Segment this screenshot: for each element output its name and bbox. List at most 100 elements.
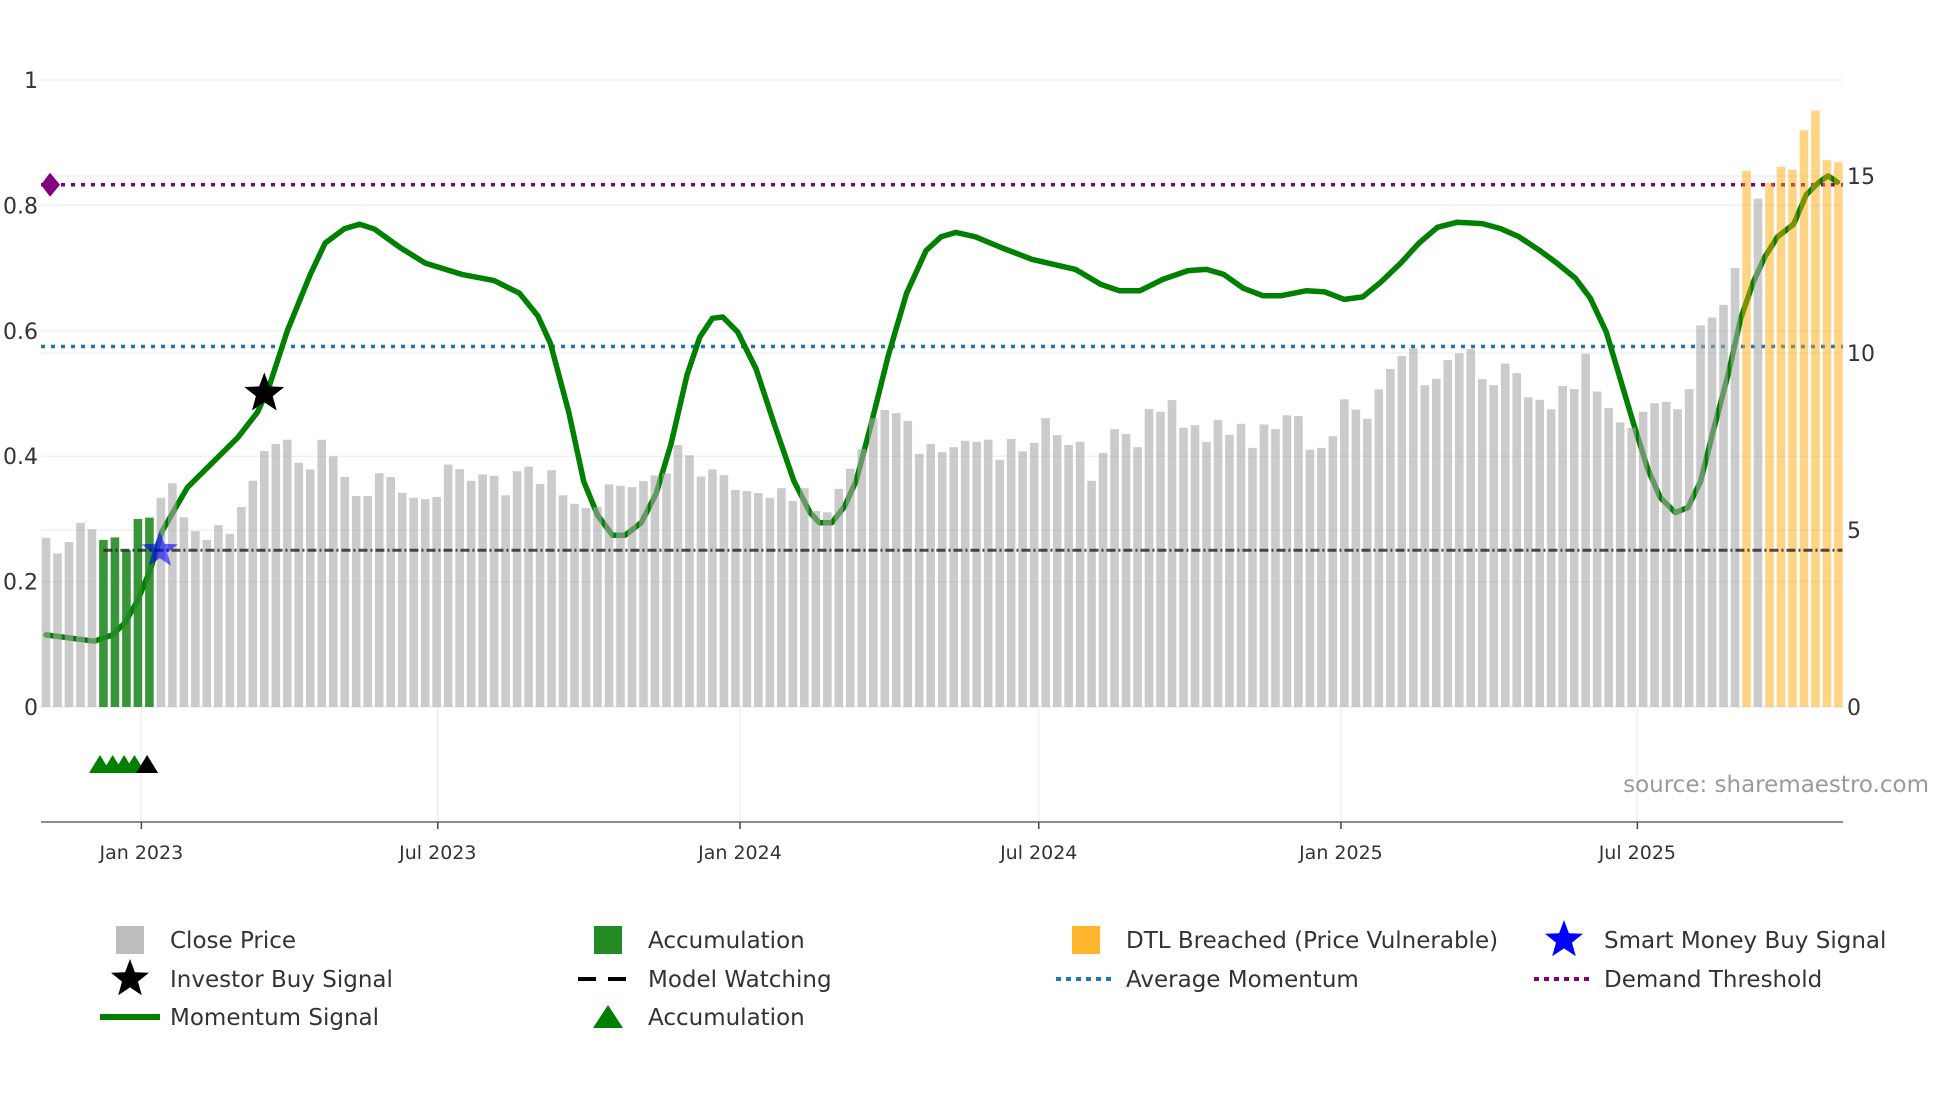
close-price-bar: [363, 496, 373, 707]
close-price-bar: [696, 476, 706, 707]
close-price-bar: [179, 517, 189, 707]
close-price-bar: [1443, 360, 1453, 707]
close-price-bar: [1029, 442, 1039, 707]
close-price-bar: [1248, 447, 1257, 707]
close-price-bar: [455, 469, 464, 707]
close-price-bar: [880, 409, 890, 707]
close-price-bar: [1454, 353, 1464, 707]
legend-item: Model Watching: [578, 967, 832, 993]
green-square-icon: [594, 926, 622, 954]
close-price-bar: [1581, 353, 1590, 707]
close-price-bar: [420, 499, 430, 707]
close-price-bar: [1535, 399, 1544, 707]
close-price-bar: [1351, 409, 1361, 707]
close-price-bar: [547, 470, 556, 707]
close-price-bar: [960, 440, 970, 707]
close-price-bar: [1397, 356, 1407, 707]
close-price-bar: [604, 484, 614, 707]
close-price-bar: [53, 553, 62, 707]
close-price-bar: [1018, 451, 1027, 707]
close-price-bar: [432, 497, 441, 707]
left-tick-label: 0.2: [3, 571, 38, 596]
close-price-bar: [248, 480, 258, 707]
close-price-bar: [1696, 325, 1705, 707]
close-price-bar: [1075, 441, 1085, 707]
close-price-bar: [1236, 423, 1246, 707]
close-price-bar: [731, 489, 740, 707]
close-price-bar: [1466, 349, 1476, 707]
legend-label: Accumulation: [648, 1005, 805, 1031]
close-price-bar: [191, 531, 200, 707]
legend-label: Investor Buy Signal: [170, 967, 393, 993]
close-price-bar: [1489, 385, 1499, 707]
close-price-bar: [1615, 422, 1625, 707]
close-price-bar: [1673, 409, 1682, 707]
close-price-bar: [581, 508, 591, 707]
legend-item: Accumulation: [593, 1005, 805, 1031]
close-price-bar: [1167, 400, 1177, 707]
close-price-bar: [317, 439, 327, 707]
close-price-bar: [466, 480, 476, 707]
close-price-bar: [1719, 304, 1728, 707]
momentum-chart: Jan 2023 Jul 2023 Jan 2024 Jul 2024 Jan 2025…: [3, 69, 1929, 1031]
accumulation-bar: [99, 539, 108, 707]
close-price-bar: [1156, 411, 1165, 707]
close-price-bar: [1604, 407, 1613, 707]
close-price-bar: [156, 497, 166, 707]
close-price-bar: [1340, 399, 1349, 707]
close-price-bar: [1477, 379, 1487, 707]
close-price-bar: [328, 456, 338, 707]
close-price-bar: [1684, 389, 1694, 707]
right-tick-label: 15: [1847, 165, 1875, 190]
close-price-bar: [214, 525, 223, 707]
close-price-bar: [1190, 425, 1200, 707]
close-price-bar: [1087, 480, 1096, 707]
close-price-bar: [627, 487, 637, 707]
close-price-bar: [1431, 378, 1441, 707]
close-price-bar: [260, 451, 269, 707]
close-price-bar: [168, 483, 177, 707]
close-price-bar: [903, 420, 913, 707]
close-price-bar: [386, 476, 395, 707]
x-tick-label: Jul 2025: [1598, 842, 1676, 864]
close-price-bar: [937, 452, 947, 707]
close-price-bar: [949, 447, 959, 707]
close-price-bar: [1202, 441, 1211, 707]
legend-label: DTL Breached (Price Vulnerable): [1126, 928, 1498, 954]
close-price-bar: [891, 413, 901, 707]
legend-label: Demand Threshold: [1604, 967, 1822, 993]
dtl-breached-bar: [1742, 170, 1751, 707]
close-price-bar: [685, 455, 694, 707]
reference-lines: [41, 182, 1843, 349]
close-price-bar: [397, 492, 407, 707]
close-price-bar: [282, 439, 292, 707]
close-price-bar: [800, 488, 809, 707]
legend-label: Accumulation: [648, 928, 805, 954]
close-price-bar: [1707, 317, 1717, 707]
dtl-breached-bar: [1776, 166, 1786, 707]
close-price-bar: [512, 471, 522, 707]
close-price-bar: [972, 441, 981, 707]
close-price-bar: [995, 459, 1004, 707]
legend-label: Model Watching: [648, 967, 832, 993]
close-price-bar: [1523, 397, 1533, 707]
legend-label: Smart Money Buy Signal: [1604, 928, 1886, 954]
dtl-breached-bar: [1811, 110, 1820, 707]
blue-star-icon: [1545, 920, 1583, 957]
accumulation-bar: [110, 537, 120, 707]
close-price-bar: [570, 503, 579, 707]
close-price-bar: [478, 474, 487, 707]
legend-item: Momentum Signal: [100, 1005, 379, 1031]
legend-label: Average Momentum: [1126, 967, 1359, 993]
black-star-icon: [111, 959, 149, 996]
close-price-bar: [1386, 368, 1395, 707]
dtl-breached-bar: [1799, 130, 1809, 708]
close-price-bar: [1374, 389, 1384, 707]
close-price-bar: [983, 439, 993, 707]
x-tick-label: Jan 2024: [697, 842, 782, 864]
close-price-bar: [777, 488, 786, 707]
left-tick-label: 1: [24, 69, 38, 94]
orange-square-icon: [1072, 926, 1100, 954]
x-tick-label: Jul 2024: [999, 842, 1077, 864]
legend-item: Investor Buy Signal: [111, 959, 393, 996]
